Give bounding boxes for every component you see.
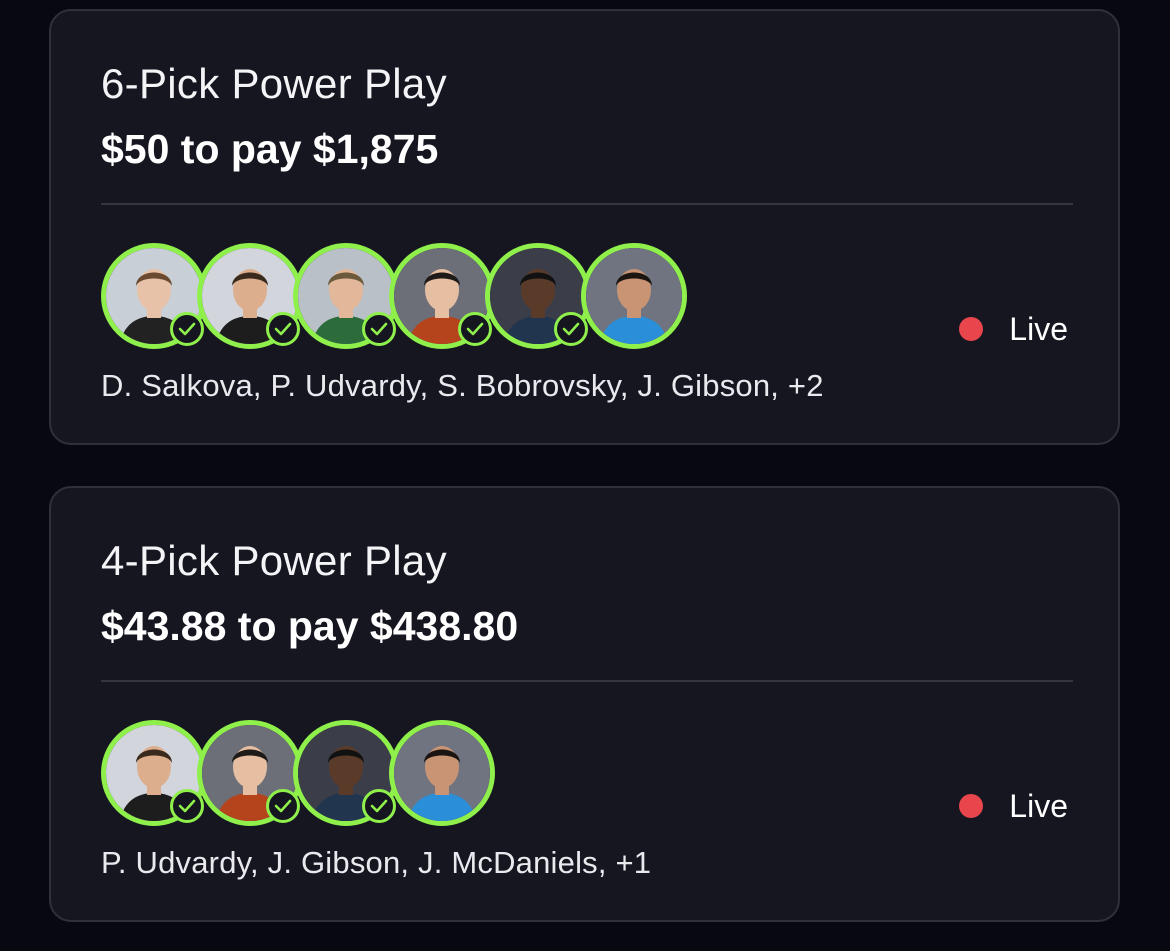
entry-title: 4-Pick Power Play [101,537,447,584]
status-badge: Live [959,309,1068,349]
status-label: Live [1009,310,1068,347]
player-avatar [293,243,399,349]
check-icon [362,312,396,346]
check-icon [170,789,204,823]
player-avatar [293,720,399,826]
players-summary: D. Salkova, P. Udvardy, S. Bobrovsky, J.… [101,368,824,403]
entry-payout: $50 to pay $1,875 [101,126,439,172]
player-avatar [389,720,495,826]
divider [101,203,1073,205]
check-icon [170,312,204,346]
player-avatar [389,243,495,349]
player-avatar [485,243,591,349]
live-dot-icon [959,794,984,818]
check-icon [266,312,300,346]
status-label: Live [1009,787,1068,824]
players-summary: P. Udvardy, J. Gibson, J. McDaniels, +1 [101,845,652,880]
check-icon [458,312,492,346]
live-dot-icon [959,317,984,341]
check-icon [266,789,300,823]
player-avatar [197,243,303,349]
check-icon [554,312,588,346]
entry-card[interactable]: 6-Pick Power Play $50 to pay $1,875 Live… [49,9,1120,445]
player-avatar [101,720,207,826]
entry-card[interactable]: 4-Pick Power Play $43.88 to pay $438.80 … [49,486,1120,922]
status-badge: Live [959,786,1068,826]
player-avatar [101,243,207,349]
player-avatar [197,720,303,826]
entry-payout: $43.88 to pay $438.80 [101,603,519,649]
entry-title: 6-Pick Power Play [101,60,447,107]
check-icon [362,789,396,823]
player-avatar [581,243,687,349]
divider [101,680,1073,682]
